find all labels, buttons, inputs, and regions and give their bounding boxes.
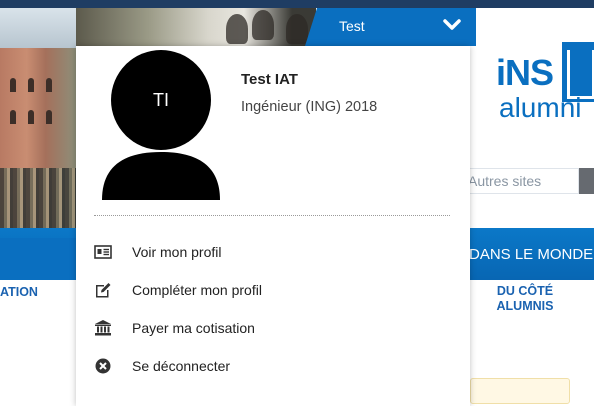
autres-sites-button[interactable] bbox=[579, 168, 594, 194]
menu-item-payer-cotisation[interactable]: Payer ma cotisation bbox=[94, 315, 454, 345]
menu-item-label: Voir mon profil bbox=[132, 244, 222, 260]
user-name: Test bbox=[339, 18, 365, 34]
logo-line2: alumni bbox=[499, 92, 582, 123]
nav-right-line2: ALUMNIS bbox=[496, 299, 554, 313]
user-dropdown-menu: TI Test IAT Ingénieur (ING) 2018 Voir mo… bbox=[76, 46, 470, 406]
edit-icon bbox=[96, 283, 111, 298]
top-header-strip bbox=[0, 0, 594, 8]
menu-item-label: Se déconnecter bbox=[132, 358, 231, 374]
logo-line1: iNS bbox=[496, 52, 554, 93]
menu-item-label: Compléter mon profil bbox=[132, 282, 262, 298]
avatar-initials: TI bbox=[153, 90, 169, 110]
nav-right-line1: DU CÔTÉ bbox=[496, 284, 554, 298]
header-photo-strip bbox=[76, 8, 316, 46]
menu-item-completer-profil[interactable]: Compléter mon profil bbox=[94, 277, 454, 307]
menu-item-voir-profil[interactable]: Voir mon profil bbox=[94, 239, 454, 269]
ins-alumni-logo[interactable]: iNS alumni bbox=[496, 42, 594, 132]
nav-item-formation[interactable]: ATION bbox=[0, 285, 38, 299]
autres-sites-input[interactable]: Autres sites bbox=[459, 168, 579, 194]
profile-degree: Ingénieur (ING) 2018 bbox=[241, 99, 378, 115]
menu-item-se-deconnecter[interactable]: Se déconnecter bbox=[94, 353, 454, 383]
notice-box bbox=[470, 378, 570, 404]
user-menu-toggle[interactable]: Test bbox=[305, 8, 476, 46]
id-card-icon bbox=[94, 245, 112, 259]
avatar: TI bbox=[102, 50, 220, 200]
bank-icon bbox=[95, 320, 111, 336]
chevron-down-icon bbox=[443, 19, 461, 30]
autres-sites-placeholder: Autres sites bbox=[468, 173, 542, 189]
profile-name: Test IAT bbox=[241, 71, 298, 88]
nav-band-left bbox=[0, 238, 76, 280]
header-photo bbox=[0, 8, 76, 238]
nav-item-du-cote-alumnis[interactable]: DU CÔTÉ ALUMNIS bbox=[488, 284, 562, 314]
menu-divider bbox=[94, 215, 450, 216]
nav-item-dans-le-monde[interactable]: DANS LE MONDE bbox=[469, 246, 593, 263]
menu-item-label: Payer ma cotisation bbox=[132, 320, 255, 336]
close-circle-icon bbox=[95, 358, 111, 374]
